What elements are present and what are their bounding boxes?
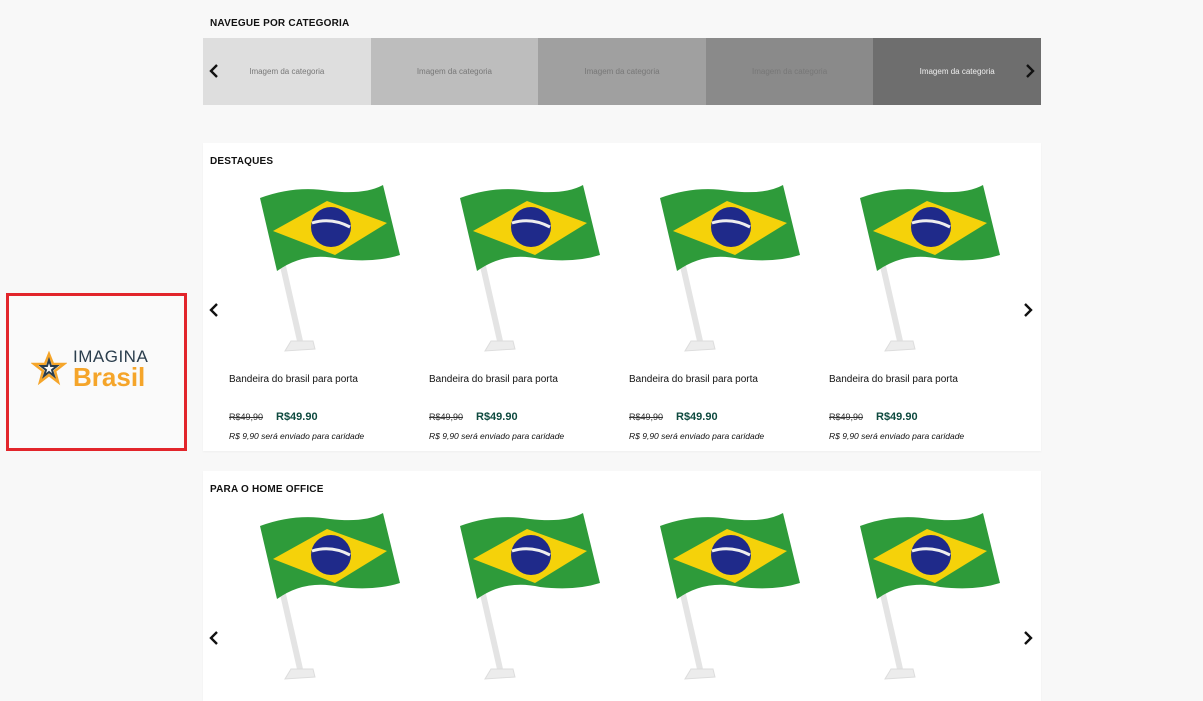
category-tile[interactable]: Imagem da categoria — [538, 38, 706, 105]
imagina-brasil-logo: IMAGINA Brasil — [31, 348, 148, 390]
brazil-flag-image[interactable] — [655, 511, 800, 686]
home-office-section-title: PARA O HOME OFFICE — [210, 484, 324, 495]
charity-note: R$ 9,90 será enviado para caridade — [229, 431, 365, 441]
brazil-flag-image[interactable] — [255, 183, 400, 358]
product-price: R$49.90 — [676, 411, 718, 423]
featured-prev-arrow[interactable] — [207, 300, 221, 320]
brazil-flag-image[interactable] — [255, 511, 400, 686]
category-next-arrow[interactable] — [1023, 61, 1037, 81]
category-prev-arrow[interactable] — [207, 61, 221, 81]
product-old-price: R$49,90 — [229, 412, 264, 422]
category-carousel: Imagem da categoria Imagem da categoria Im… — [203, 38, 1041, 105]
chevron-right-icon — [1026, 64, 1035, 78]
chevron-left-icon — [209, 64, 218, 78]
product-price: R$49.90 — [276, 411, 318, 423]
featured-section: DESTAQUES Bandeira do brasil para porta … — [203, 143, 1041, 451]
category-tile[interactable]: Imagem da categoria — [873, 38, 1041, 105]
category-section-title: NAVEGUE POR CATEGORIA — [210, 18, 350, 29]
chevron-right-icon — [1024, 303, 1033, 317]
charity-note: R$ 9,90 será enviado para caridade — [629, 431, 765, 441]
brazil-flag-image[interactable] — [655, 183, 800, 358]
logo-banner[interactable]: IMAGINA Brasil — [6, 293, 187, 451]
chevron-left-icon — [209, 631, 218, 645]
charity-note: R$ 9,90 será enviado para caridade — [429, 431, 565, 441]
home-office-next-arrow[interactable] — [1021, 628, 1035, 648]
product-name[interactable]: Bandeira do brasil para porta — [829, 374, 958, 385]
product-name[interactable]: Bandeira do brasil para porta — [629, 374, 758, 385]
star-logo-icon — [31, 351, 67, 386]
brazil-flag-image[interactable] — [455, 511, 600, 686]
product-name[interactable]: Bandeira do brasil para porta — [229, 374, 358, 385]
featured-section-title: DESTAQUES — [210, 156, 274, 167]
featured-next-arrow[interactable] — [1021, 300, 1035, 320]
logo-line2: Brasil — [73, 362, 146, 392]
category-tile[interactable]: Imagem da categoria — [203, 38, 371, 105]
product-old-price: R$49,90 — [629, 412, 664, 422]
category-tile[interactable]: Imagem da categoria — [370, 38, 539, 105]
chevron-right-icon — [1024, 631, 1033, 645]
product-price: R$49.90 — [476, 411, 518, 423]
category-tile[interactable]: Imagem da categoria — [705, 38, 874, 105]
product-price: R$49.90 — [876, 411, 918, 423]
product-name[interactable]: Bandeira do brasil para porta — [429, 374, 558, 385]
chevron-left-icon — [209, 303, 218, 317]
brazil-flag-image[interactable] — [855, 511, 1000, 686]
product-old-price: R$49,90 — [829, 412, 864, 422]
home-office-section: PARA O HOME OFFICE — [203, 471, 1041, 701]
home-office-prev-arrow[interactable] — [207, 628, 221, 648]
charity-note: R$ 9,90 será enviado para caridade — [829, 431, 965, 441]
brazil-flag-image[interactable] — [855, 183, 1000, 358]
product-old-price: R$49,90 — [429, 412, 464, 422]
brazil-flag-image[interactable] — [455, 183, 600, 358]
